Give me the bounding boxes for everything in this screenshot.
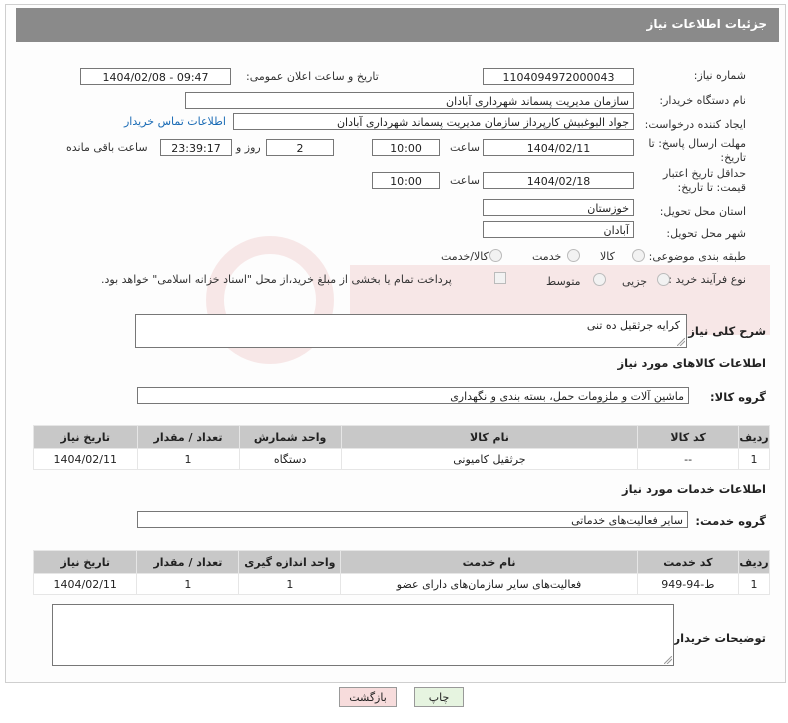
goods-cell-row: 1 xyxy=(738,448,770,470)
buyer-org-field: سازمان مدیریت پسماند شهرداری آبادان xyxy=(185,92,634,109)
goods-col-code: کد کالا xyxy=(637,425,740,449)
day-and-label: روز و xyxy=(236,141,261,154)
announce-datetime-label: تاریخ و ساعت اعلان عمومی: xyxy=(246,70,379,83)
general-desc-textarea[interactable]: کرایه جرثقیل ده تنی xyxy=(135,314,687,348)
services-col-qty: تعداد / مقدار xyxy=(136,550,240,574)
panel-header: جزئیات اطلاعات نیاز xyxy=(16,8,779,42)
goods-col-qty: تعداد / مقدار xyxy=(136,425,240,449)
services-table-header: ردیف کد خدمت نام خدمت واحد اندازه گیری ت… xyxy=(32,550,770,574)
category-option-goods: کالا xyxy=(600,250,615,263)
services-col-row: ردیف xyxy=(738,550,770,574)
process-option-minor: جزیی xyxy=(622,275,648,288)
category-option-goods-service: کالا/خدمت xyxy=(441,250,489,263)
page-title: جزئیات اطلاعات نیاز xyxy=(646,17,767,31)
buyer-notes-label: توضیحات خریدار: xyxy=(668,631,766,645)
category-radio-service[interactable] xyxy=(567,249,580,262)
goods-cell-qty: 1 xyxy=(136,448,240,470)
remaining-label: ساعت باقی مانده xyxy=(66,141,148,154)
goods-cell-unit: دستگاه xyxy=(238,448,342,470)
goods-cell-date: 1404/02/11 xyxy=(33,448,138,470)
payment-note: پرداخت تمام یا بخشی از مبلغ خرید،از محل … xyxy=(101,273,452,286)
city-field: آبادان xyxy=(483,221,634,238)
process-radio-minor[interactable] xyxy=(657,273,670,286)
requester-label: ایجاد کننده درخواست: xyxy=(644,118,746,131)
requester-field: جواد البوغبیش کارپرداز سازمان مدیریت پسم… xyxy=(233,113,634,130)
resize-handle-icon[interactable] xyxy=(677,338,685,346)
need-number-label: شماره نیاز: xyxy=(693,69,746,82)
price-validity-label: حداقل تاریخ اعتبار قیمت: تا تاریخ: xyxy=(662,167,746,194)
remaining-time-field: 23:39:17 xyxy=(160,139,232,156)
goods-group-field: ماشین آلات و ملزومات حمل، بسته بندی و نگ… xyxy=(137,387,689,404)
services-cell-qty: 1 xyxy=(136,573,240,595)
services-info-title: اطلاعات خدمات مورد نیاز xyxy=(622,482,766,496)
goods-info-title: اطلاعات کالاهای مورد نیاز xyxy=(617,356,766,370)
goods-col-unit: واحد شمارش xyxy=(238,425,342,449)
goods-table: ردیف کد کالا نام کالا واحد شمارش تعداد /… xyxy=(33,425,770,470)
services-cell-unit: 1 xyxy=(238,573,342,595)
process-type-label: نوع فرآیند خرید : xyxy=(668,273,746,286)
general-desc-text: کرایه جرثقیل ده تنی xyxy=(586,319,680,332)
goods-cell-name: جرثقیل کامیونی xyxy=(340,448,639,470)
goods-group-label: گروه کالا: xyxy=(710,390,766,404)
treasury-payment-checkbox[interactable] xyxy=(494,272,506,284)
reply-time-label: ساعت xyxy=(450,141,480,154)
goods-col-name: نام کالا xyxy=(340,425,639,449)
services-cell-code: ط-94-949 xyxy=(636,573,740,595)
process-radio-medium[interactable] xyxy=(593,273,606,286)
goods-col-row: ردیف xyxy=(738,425,770,449)
process-option-medium: متوسط xyxy=(546,275,581,288)
category-option-service: خدمت xyxy=(532,250,562,263)
services-col-date: تاریخ نیاز xyxy=(32,550,138,574)
service-group-field: سایر فعالیت‌های خدماتی xyxy=(137,511,688,528)
validity-time-label: ساعت xyxy=(450,174,480,187)
validity-date-field: 1404/02/18 xyxy=(483,172,634,189)
reply-time-field: 10:00 xyxy=(372,139,440,156)
buyer-org-label: نام دستگاه خریدار: xyxy=(659,94,746,107)
general-desc-label: شرح کلی نیاز: xyxy=(683,324,766,338)
delivery-province-label: استان محل تحویل: xyxy=(659,205,746,218)
services-cell-date: 1404/02/11 xyxy=(32,573,138,595)
resize-handle-icon[interactable] xyxy=(664,656,672,664)
reply-date-field: 1404/02/11 xyxy=(483,139,634,156)
validity-time-field: 10:00 xyxy=(372,172,440,189)
service-group-label: گروه خدمت: xyxy=(695,514,766,528)
need-number-field: 1104094972000043 xyxy=(483,68,634,85)
category-label: طبقه بندی موضوعی: xyxy=(648,250,746,263)
goods-col-date: تاریخ نیاز xyxy=(33,425,138,449)
services-cell-row: 1 xyxy=(738,573,770,595)
buyer-notes-textarea[interactable] xyxy=(52,604,674,666)
services-col-code: کد خدمت xyxy=(636,550,740,574)
contact-info-link[interactable]: اطلاعات تماس خریدار xyxy=(124,115,226,128)
category-radio-goods[interactable] xyxy=(632,249,645,262)
services-table: ردیف کد خدمت نام خدمت واحد اندازه گیری ت… xyxy=(32,550,770,595)
goods-table-header: ردیف کد کالا نام کالا واحد شمارش تعداد /… xyxy=(33,425,770,449)
print-button[interactable]: چاپ xyxy=(414,687,464,707)
table-row: 1 -- جرثقیل کامیونی دستگاه 1 1404/02/11 xyxy=(33,448,770,470)
services-col-name: نام خدمت xyxy=(340,550,638,574)
announce-datetime-field: 1404/02/08 - 09:47 xyxy=(80,68,231,85)
delivery-city-label: شهر محل تحویل: xyxy=(666,227,746,240)
back-button[interactable]: بازگشت xyxy=(339,687,397,707)
goods-cell-code: -- xyxy=(637,448,740,470)
table-row: 1 ط-94-949 فعالیت‌های سایر سازمان‌های دا… xyxy=(32,573,770,595)
services-cell-name: فعالیت‌های سایر سازمان‌های دارای عضو xyxy=(340,573,638,595)
services-col-unit: واحد اندازه گیری xyxy=(238,550,342,574)
reply-days-field: 2 xyxy=(266,139,334,156)
reply-deadline-label: مهلت ارسال پاسخ: تا تاریخ: xyxy=(648,137,746,164)
province-field: خوزستان xyxy=(483,199,634,216)
category-radio-goods-service[interactable] xyxy=(489,249,502,262)
